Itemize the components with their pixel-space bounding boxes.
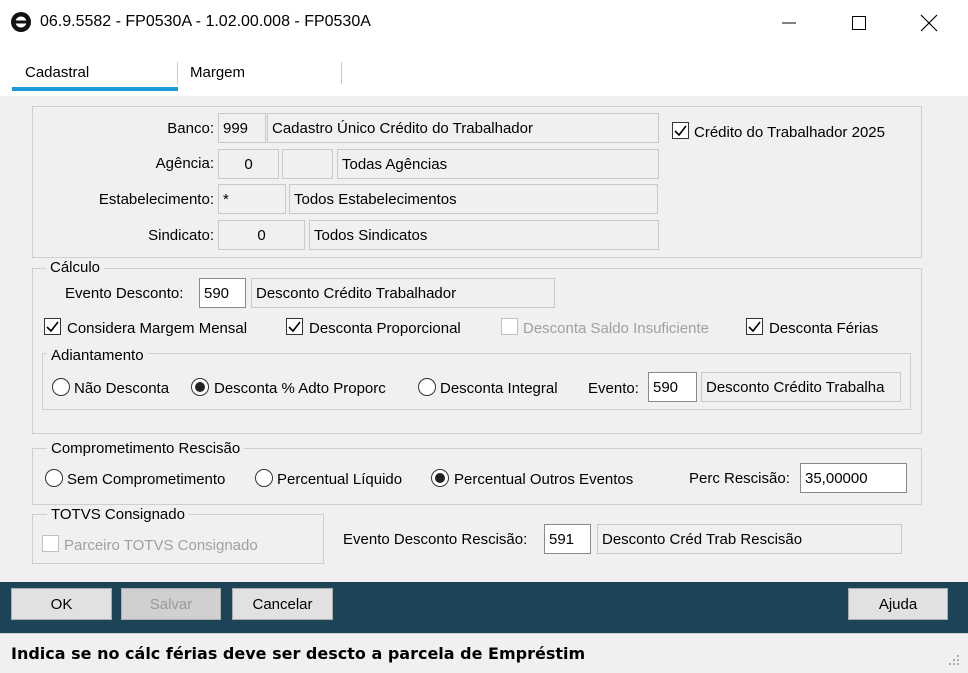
minimize-icon — [782, 22, 796, 24]
tab-cadastral[interactable]: Cadastral — [25, 64, 89, 81]
percentual-outros-radio[interactable] — [431, 469, 449, 487]
percentual-outros-label: Percentual Outros Eventos — [454, 471, 634, 488]
evento-rescisao-label: Evento Desconto Rescisão: — [343, 531, 528, 548]
banco-description: Cadastro Único Crédito do Trabalhador — [267, 113, 659, 143]
close-button[interactable] — [906, 0, 952, 46]
maximize-button[interactable] — [836, 0, 882, 46]
parceiro-consignado-label: Parceiro TOTVS Consignado — [64, 537, 258, 554]
desconta-adto-label: Desconta % Adto Proporc — [214, 380, 386, 397]
desconta-integral-label: Desconta Integral — [440, 380, 558, 397]
window-title: 06.9.5582 - FP0530A - 1.02.00.008 - FP05… — [40, 13, 371, 30]
rescisao-legend: Comprometimento Rescisão — [47, 440, 245, 457]
desconta-ferias-label: Desconta Férias — [769, 320, 879, 337]
evento-desconto-description: Desconto Crédito Trabalhador — [251, 278, 555, 308]
sem-comprometimento-radio[interactable] — [45, 469, 63, 487]
nao-desconta-radio[interactable] — [52, 378, 70, 396]
considera-margem-checkbox[interactable] — [44, 318, 61, 335]
credito-2025-label: Crédito do Trabalhador 2025 — [694, 124, 885, 141]
perc-rescisao-label: Perc Rescisão: — [689, 470, 790, 487]
evento-desconto-field[interactable]: 590 — [199, 278, 246, 308]
minimize-button[interactable] — [766, 0, 812, 46]
calculo-legend: Cálculo — [46, 259, 105, 276]
percentual-liquido-label: Percentual Líquido — [277, 471, 403, 488]
sindicato-description: Todos Sindicatos — [309, 220, 659, 250]
sindicato-code-field[interactable]: 0 — [218, 220, 305, 250]
sem-comprometimento-label: Sem Comprometimento — [67, 471, 226, 488]
desconta-saldo-label: Desconta Saldo Insuficiente — [523, 320, 709, 337]
adiantamento-evento-label: Evento: — [588, 380, 639, 397]
parceiro-consignado-checkbox[interactable] — [42, 535, 59, 552]
tab-margem[interactable]: Margem — [190, 64, 245, 81]
maximize-icon — [852, 16, 866, 30]
estabelecimento-label: Estabelecimento: — [98, 191, 214, 208]
radio-selected-icon — [195, 382, 205, 392]
app-logo-icon — [10, 11, 32, 33]
sindicato-label: Sindicato: — [148, 227, 214, 244]
agencia-label: Agência: — [155, 155, 214, 172]
adiantamento-evento-field[interactable]: 590 — [648, 372, 697, 402]
estabelecimento-description: Todos Estabelecimentos — [289, 184, 658, 214]
adiantamento-evento-description: Desconto Crédito Trabalha — [701, 372, 901, 402]
banco-label: Banco: — [167, 120, 214, 137]
consignado-legend: TOTVS Consignado — [47, 506, 189, 523]
tab-separator — [341, 62, 342, 84]
considera-margem-label: Considera Margem Mensal — [67, 320, 248, 337]
agencia-code-field[interactable]: 0 — [218, 149, 279, 179]
credito-2025-checkbox[interactable] — [672, 122, 689, 139]
evento-desconto-label: Evento Desconto: — [65, 285, 184, 302]
close-icon — [920, 14, 938, 32]
desconta-integral-radio[interactable] — [418, 378, 436, 396]
evento-rescisao-field[interactable]: 591 — [544, 524, 591, 554]
check-icon — [674, 125, 687, 137]
desconta-adto-radio[interactable] — [191, 378, 209, 396]
desconta-proporcional-label: Desconta Proporcional — [309, 320, 461, 337]
check-icon — [748, 321, 761, 333]
ajuda-button[interactable]: Ajuda — [848, 588, 948, 620]
estabelecimento-code-field[interactable]: * — [218, 184, 286, 214]
evento-rescisao-description: Desconto Créd Trab Rescisão — [597, 524, 902, 554]
adiantamento-legend: Adiantamento — [47, 347, 148, 364]
cancelar-button[interactable]: Cancelar — [232, 588, 333, 620]
check-icon — [46, 321, 59, 333]
check-icon — [288, 321, 301, 333]
agencia-description: Todas Agências — [337, 149, 659, 179]
desconta-ferias-checkbox[interactable] — [746, 318, 763, 335]
percentual-liquido-radio[interactable] — [255, 469, 273, 487]
desconta-saldo-checkbox[interactable] — [501, 318, 518, 335]
salvar-button[interactable]: Salvar — [121, 588, 221, 620]
radio-selected-icon — [435, 473, 445, 483]
active-tab-indicator — [12, 87, 178, 91]
ok-button[interactable]: OK — [11, 588, 112, 620]
tab-separator — [177, 62, 178, 84]
status-hint-text: Indica se no cálc férias deve ser descto… — [11, 644, 586, 663]
perc-rescisao-field[interactable]: 35,00000 — [800, 463, 907, 493]
agencia-digit-field[interactable] — [282, 149, 333, 179]
nao-desconta-label: Não Desconta — [74, 380, 170, 397]
desconta-proporcional-checkbox[interactable] — [286, 318, 303, 335]
resize-grip-icon[interactable] — [946, 652, 960, 666]
banco-code-field[interactable]: 999 — [218, 113, 266, 143]
